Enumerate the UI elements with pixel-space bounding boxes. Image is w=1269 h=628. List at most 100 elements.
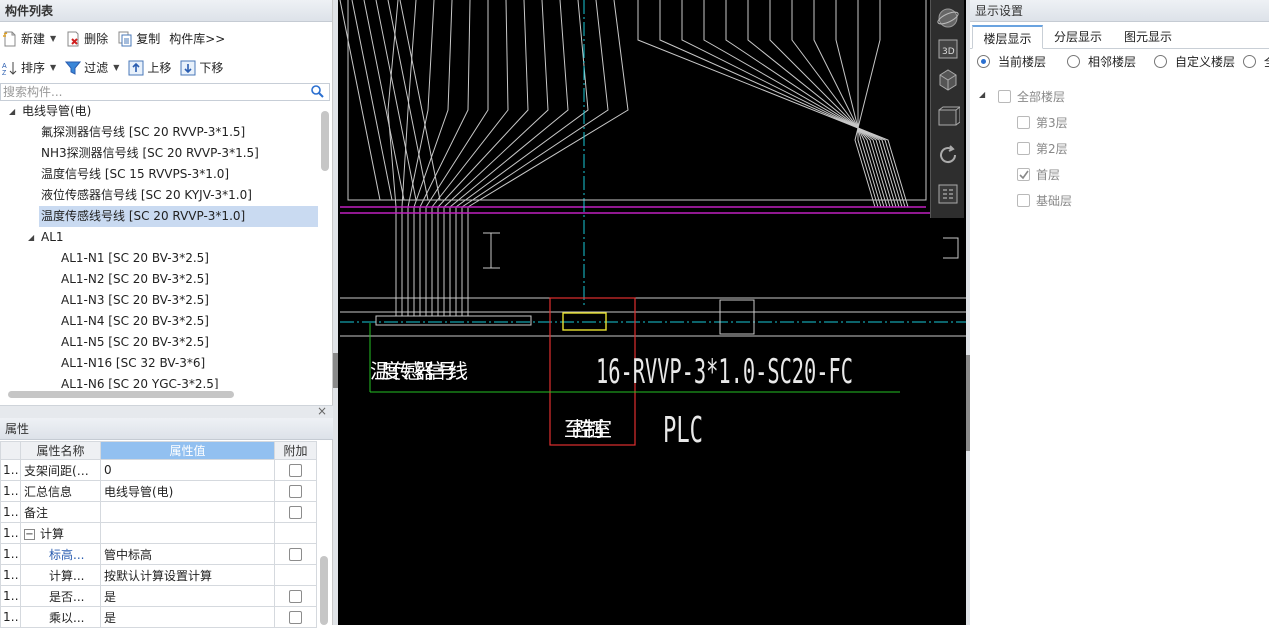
search-input[interactable] [1,84,301,100]
property-row[interactable]: 17 乘以... 是 [0,606,317,628]
3d-view-icon[interactable]: 3D [936,37,960,61]
property-value[interactable]: 电线导管(电) [100,480,275,502]
collapse-triangle-icon[interactable]: ◢ [979,90,985,99]
tree-item[interactable]: AL1-N4 [SC 20 BV-3*2.5] [59,311,211,332]
property-row[interactable]: 10 支架间距(m... 0 [0,459,317,481]
radio-circle[interactable] [1067,55,1080,68]
row-number: 11 [0,480,21,502]
floor-scope-radio[interactable]: 当前楼层 [977,53,1046,70]
property-row[interactable]: 12 备注 [0,501,317,523]
copy-button[interactable]: 复制 [117,30,160,47]
tree-item[interactable]: NH3探测器信号线 [SC 20 RVVP-3*1.5] [39,143,261,164]
sort-button[interactable]: AZ 排序 ▼ [2,59,56,77]
tree-item[interactable]: AL1-N2 [SC 20 BV-3*2.5] [59,269,211,290]
property-value[interactable]: 是 [100,585,275,607]
cad-canvas[interactable]: 温度传感器信号线 16-RVVP-3*1.0-SC20-FC 至控制室 PLC … [338,0,966,625]
tree-item[interactable]: ◢ 电线导管(电) [9,101,93,122]
tab-layer-display[interactable]: 分层显示 [1046,25,1110,49]
property-row[interactable]: 16 是否... 是 [0,585,317,607]
tree-item[interactable]: AL1-N6 [SC 20 YGC-3*2.5] [59,374,221,389]
floor-root-label: 全部楼层 [1017,90,1066,104]
extra-checkbox[interactable] [289,590,302,603]
floor-checkbox[interactable] [1017,116,1030,129]
floor-item[interactable]: 基础层 [1017,192,1072,209]
floor-checkbox[interactable] [1017,194,1030,207]
tree-item-label: 氟探测器信号线 [SC 20 RVVP-3*1.5] [41,125,246,139]
tree-item-label: AL1-N2 [SC 20 BV-3*2.5] [61,272,209,286]
floor-scope-radio[interactable]: 自定义楼层 [1154,53,1235,70]
sort-dropdown-icon[interactable]: ▼ [50,63,56,72]
tab-element-display[interactable]: 图元显示 [1116,25,1180,49]
expand-triangle-icon[interactable]: ◢ [9,101,15,122]
property-value[interactable]: 管中标高 [100,543,275,565]
new-dropdown-icon[interactable]: ▼ [50,34,56,43]
library-label: 构件库>> [169,32,226,46]
floor-checkbox[interactable] [1017,142,1030,155]
extra-checkbox[interactable] [289,506,302,519]
floor-root-checkbox[interactable] [998,90,1011,103]
floor-item[interactable]: 第3层 [1017,114,1068,131]
property-row[interactable]: 13− 计算 [0,522,317,544]
move-up-button[interactable]: 上移 [128,59,171,76]
tree-item[interactable]: 氟探测器信号线 [SC 20 RVVP-3*1.5] [39,122,247,143]
radio-circle[interactable] [1243,55,1256,68]
search-icon[interactable] [311,85,324,102]
column-header-index [0,441,21,460]
extra-checkbox[interactable] [289,611,302,624]
property-value[interactable]: 是 [100,606,275,628]
close-icon[interactable]: × [317,404,327,418]
floor-scope-radio[interactable]: 全 [1243,53,1269,70]
tree-item-label: AL1-N5 [SC 20 BV-3*2.5] [61,335,209,349]
property-name: 乘以... [20,606,101,628]
sort-icon: AZ [2,60,18,77]
tree-item[interactable]: AL1-N16 [SC 32 BV-3*6] [59,353,207,374]
tree-vertical-scrollbar[interactable] [321,111,329,171]
library-button[interactable]: 构件库>> [169,30,225,47]
tree-item[interactable]: AL1-N1 [SC 20 BV-3*2.5] [59,248,211,269]
floor-root-item[interactable]: 全部楼层 [998,88,1065,105]
floor-scope-radio[interactable]: 相邻楼层 [1067,53,1136,70]
radio-circle[interactable] [977,55,990,68]
new-button[interactable]: 新建 ▼ [2,30,56,47]
property-name: − 计算 [20,522,101,544]
move-down-button[interactable]: 下移 [180,59,223,76]
extra-checkbox[interactable] [289,464,302,477]
orbit-sphere-icon[interactable] [936,6,960,30]
tree-item[interactable]: 温度信号线 [SC 15 RVVPS-3*1.0] [39,164,231,185]
svg-text:Z: Z [2,70,7,76]
tab-floor-display[interactable]: 楼层显示 [972,25,1043,49]
floor-item[interactable]: 第2层 [1017,140,1068,157]
delete-button[interactable]: 删除 [65,30,108,47]
tree-item[interactable]: 温度传感线号线 [SC 20 RVVP-3*1.0] [39,206,318,227]
filter-dropdown-icon[interactable]: ▼ [113,63,119,72]
property-value[interactable] [100,522,275,544]
grid-settings-icon[interactable] [936,182,960,206]
box-view-icon[interactable] [936,105,962,129]
property-row[interactable]: 14 标高... 管中标高 [0,543,317,565]
extra-checkbox[interactable] [289,548,302,561]
expand-triangle-icon[interactable]: ◢ [28,227,34,248]
collapse-group-icon[interactable]: − [24,528,35,540]
property-extra [274,522,317,544]
property-row[interactable]: 11 汇总信息 电线导管(电) [0,480,317,502]
cube-view-icon[interactable] [936,67,960,91]
filter-button[interactable]: 过滤 ▼ [65,59,119,76]
tree-item[interactable]: ◢ AL1 [28,227,66,248]
tree-item[interactable]: AL1-N5 [SC 20 BV-3*2.5] [59,332,211,353]
tree-item[interactable]: 液位传感器信号线 [SC 20 KYJV-3*1.0] [39,185,254,206]
property-row[interactable]: 15 计算... 按默认计算设置计算 [0,564,317,586]
floor-checkbox[interactable] [1017,168,1030,181]
property-value[interactable]: 0 [100,459,275,481]
property-value[interactable] [100,501,275,523]
radio-circle[interactable] [1154,55,1167,68]
floor-item[interactable]: 首层 [1017,166,1060,183]
sort-label: 排序 [21,61,46,75]
extra-checkbox[interactable] [289,485,302,498]
properties-vertical-scrollbar[interactable] [320,556,328,625]
tree-item[interactable]: AL1-N3 [SC 20 BV-3*2.5] [59,290,211,311]
property-value[interactable]: 按默认计算设置计算 [100,564,275,586]
floor-label: 首层 [1036,168,1061,182]
fan-wire [387,0,399,316]
rotate-icon[interactable] [936,143,960,167]
tree-horizontal-scrollbar[interactable] [8,391,234,398]
